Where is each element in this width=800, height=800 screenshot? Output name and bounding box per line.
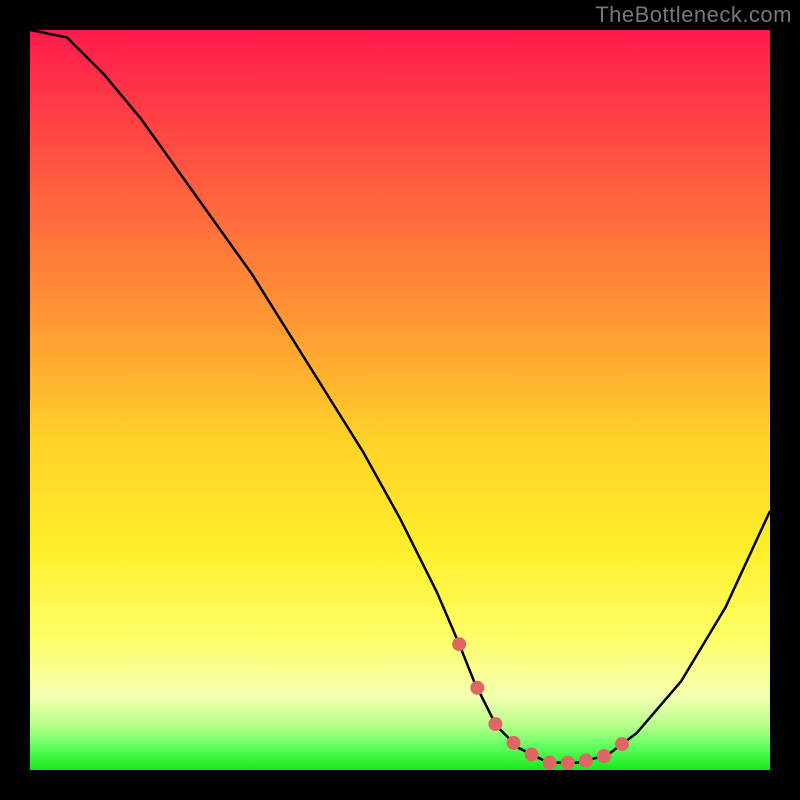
chart-frame: TheBottleneck.com (0, 0, 800, 800)
chart-gradient-background (30, 30, 770, 770)
watermark-text: TheBottleneck.com (595, 2, 792, 28)
